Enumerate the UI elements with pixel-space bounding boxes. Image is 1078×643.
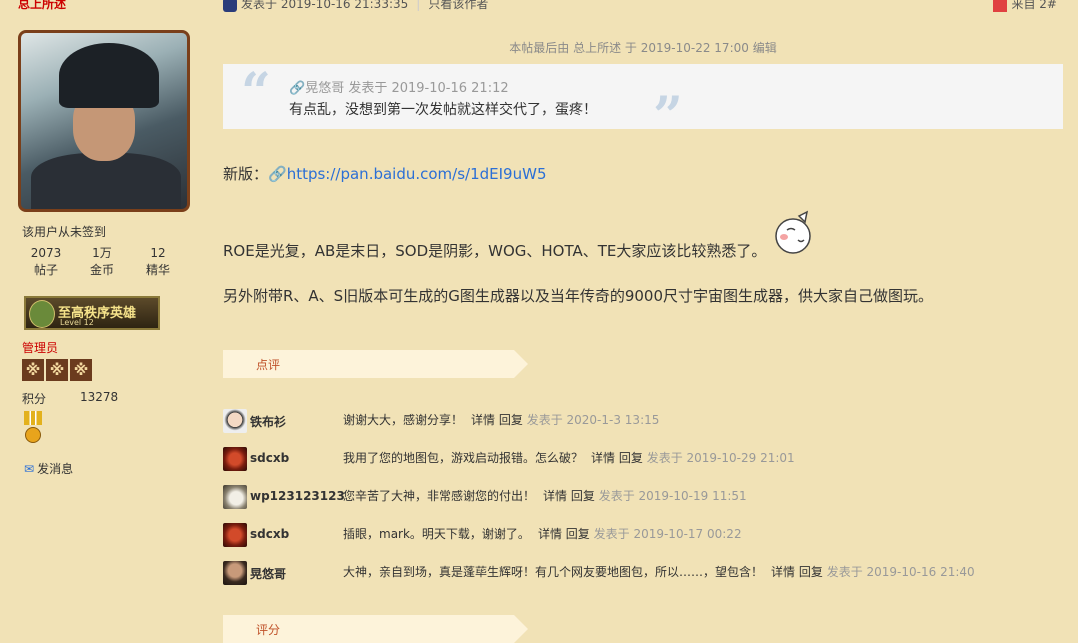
commenter-avatar[interactable] bbox=[223, 523, 247, 547]
comment-time: 发表于 2019-10-29 21:01 bbox=[646, 451, 795, 465]
medal-badge-icon[interactable] bbox=[24, 411, 42, 443]
stat-coins[interactable]: 1万 金币 bbox=[74, 245, 130, 279]
points-label: 积分 bbox=[22, 392, 47, 406]
comment-time: 发表于 2019-10-16 21:40 bbox=[826, 565, 975, 579]
comment-detail-link[interactable]: 详情 bbox=[771, 565, 795, 579]
comment-detail-link[interactable]: 详情 bbox=[543, 489, 567, 503]
rating-label: 评分 bbox=[256, 623, 281, 637]
commenter-avatar[interactable] bbox=[223, 561, 247, 585]
comment-text: 我用了您的地图包，游戏启动报错。怎么破？ bbox=[343, 451, 584, 465]
comment-time: 发表于 2019-10-19 11:51 bbox=[598, 489, 747, 503]
commenter-avatar[interactable] bbox=[223, 485, 247, 509]
envelope-icon: ✉ bbox=[24, 462, 35, 476]
comment-item: 铁布衫 谢谢大大，感谢分享！ 详情 回复 发表于 2020-1-3 13:15 bbox=[223, 409, 1063, 433]
comment-item: wp123123123 您辛苦了大神，非常感谢您的付出！ 详情 回复 发表于 20… bbox=[223, 485, 1063, 509]
comment-reply-link[interactable]: 回复 bbox=[571, 489, 595, 503]
download-link[interactable]: 🔗https://pan.baidu.com/s/1dEI9uW5 bbox=[268, 165, 546, 183]
commenter-avatar[interactable] bbox=[223, 447, 247, 471]
edit-notice: 本帖最后由 总上所述 于 2019-10-22 17:00 编辑 bbox=[509, 41, 777, 55]
comment-detail-link[interactable]: 详情 bbox=[538, 527, 562, 541]
send-message-link[interactable]: ✉ 发消息 bbox=[24, 460, 73, 477]
quote-meta: 🔗晃悠哥 发表于 2019-10-16 21:12 bbox=[289, 81, 509, 96]
send-message-label: 发消息 bbox=[37, 462, 74, 476]
quote-block: “ 🔗晃悠哥 发表于 2019-10-16 21:12 有点乱，没想到第一次发帖… bbox=[223, 62, 1063, 147]
online-status-icon bbox=[223, 0, 237, 12]
commenter-name[interactable]: wp123123123 bbox=[250, 489, 345, 503]
commenter-name[interactable]: 铁布衫 bbox=[250, 413, 286, 430]
link-icon: 🔗 bbox=[268, 165, 287, 183]
comment-text: 大神，亲自到场，真是蓬荜生辉呀！有几个网友要地图包，所以……，望包含！ bbox=[343, 565, 764, 579]
comment-reply-link[interactable]: 回复 bbox=[566, 527, 590, 541]
commenter-name[interactable]: 晃悠哥 bbox=[250, 565, 286, 582]
commenter-avatar[interactable] bbox=[223, 409, 247, 433]
comments-header: 点评 bbox=[223, 350, 528, 378]
comment-item: sdcxb 我用了您的地图包，游戏启动报错。怎么破？ 详情 回复 发表于 2019… bbox=[223, 447, 1063, 471]
comment-detail-link[interactable]: 详情 bbox=[471, 413, 495, 427]
post-time: 发表于 2019-10-16 21:33:35 bbox=[241, 0, 409, 11]
post-body: 发表于 2019-10-16 21:33:35 | 只看该作者 来自 2# 本帖最后… bbox=[223, 0, 1063, 643]
points: 积分 13278 bbox=[22, 390, 118, 407]
commenter-name[interactable]: sdcxb bbox=[250, 451, 289, 465]
quote-close-icon: ” bbox=[653, 86, 683, 147]
honor-medal[interactable]: 至高秩序英雄 Level 12 bbox=[24, 296, 160, 330]
quote-open-icon: “ bbox=[241, 62, 271, 123]
rank-star-icon: ※ bbox=[46, 359, 68, 381]
points-value: 13278 bbox=[80, 390, 119, 404]
comment-item: 晃悠哥 大神，亲自到场，真是蓬荜生辉呀！有几个网友要地图包，所以……，望包含！ 详… bbox=[223, 561, 1063, 585]
stat-posts[interactable]: 2073 帖子 bbox=[18, 245, 74, 279]
rank-star-icon: ※ bbox=[22, 359, 44, 381]
author-stats: 2073 帖子 1万 金币 12 精华 bbox=[18, 245, 188, 279]
quote-text: 有点乱，没想到第一次发帖就这样交代了，蛋疼！ bbox=[289, 102, 597, 118]
rating-header: 评分 bbox=[223, 615, 528, 643]
rank-star-icon: ※ bbox=[70, 359, 92, 381]
stat-digest[interactable]: 12 精华 bbox=[130, 245, 186, 279]
only-author-link[interactable]: 只看该作者 bbox=[428, 0, 488, 11]
comment-time: 发表于 2019-10-17 00:22 bbox=[593, 527, 742, 541]
post-text-line1: ROE是光复，AB是末日，SOD是阴影，WOG、HOTA、TE大家应该比较熟悉了… bbox=[223, 242, 767, 260]
post-header: 发表于 2019-10-16 21:33:35 | 只看该作者 bbox=[223, 0, 488, 12]
commenter-name[interactable]: sdcxb bbox=[250, 527, 289, 541]
comments-label: 点评 bbox=[256, 358, 281, 372]
medal-emblem-icon bbox=[29, 300, 55, 328]
quote-author[interactable]: 晃悠哥 bbox=[305, 81, 344, 96]
comment-reply-link[interactable]: 回复 bbox=[499, 413, 523, 427]
link-icon: 🔗 bbox=[289, 81, 306, 96]
comment-time: 发表于 2020-1-3 13:15 bbox=[526, 413, 660, 427]
sign-status: 该用户从未签到 bbox=[22, 225, 107, 239]
rank-stars: ※ ※ ※ bbox=[22, 359, 92, 381]
author-sidebar: 总上所述 该用户从未签到 2073 帖子 1万 金币 12 精华 至高秩序英雄 … bbox=[0, 0, 200, 626]
comment-reply-link[interactable]: 回复 bbox=[799, 565, 823, 579]
comment-text: 您辛苦了大神，非常感谢您的付出！ bbox=[343, 489, 536, 503]
comment-item: sdcxb 插眼，mark。明天下载，谢谢了。 详情 回复 发表于 2019-10… bbox=[223, 523, 1063, 547]
author-name[interactable]: 总上所述 bbox=[18, 0, 66, 12]
post-text-line2: 另外附带R、A、S旧版本可生成的G图生成器以及当年传奇的9000尺寸宇宙图生成器… bbox=[223, 287, 934, 305]
mobile-icon bbox=[993, 0, 1008, 12]
comment-reply-link[interactable]: 回复 bbox=[619, 451, 643, 465]
author-avatar[interactable] bbox=[18, 30, 190, 212]
post-floor[interactable]: 来自 2# bbox=[993, 0, 1057, 12]
user-role[interactable]: 管理员 bbox=[22, 339, 58, 356]
comment-text: 谢谢大大，感谢分享！ bbox=[343, 413, 464, 427]
comment-detail-link[interactable]: 详情 bbox=[591, 451, 615, 465]
medal-level: Level 12 bbox=[60, 318, 94, 327]
new-version-line: 新版：🔗https://pan.baidu.com/s/1dEI9uW5 bbox=[223, 165, 547, 183]
thinking-emoji-icon bbox=[775, 210, 811, 254]
comment-text: 插眼，mark。明天下载，谢谢了。 bbox=[343, 527, 530, 541]
